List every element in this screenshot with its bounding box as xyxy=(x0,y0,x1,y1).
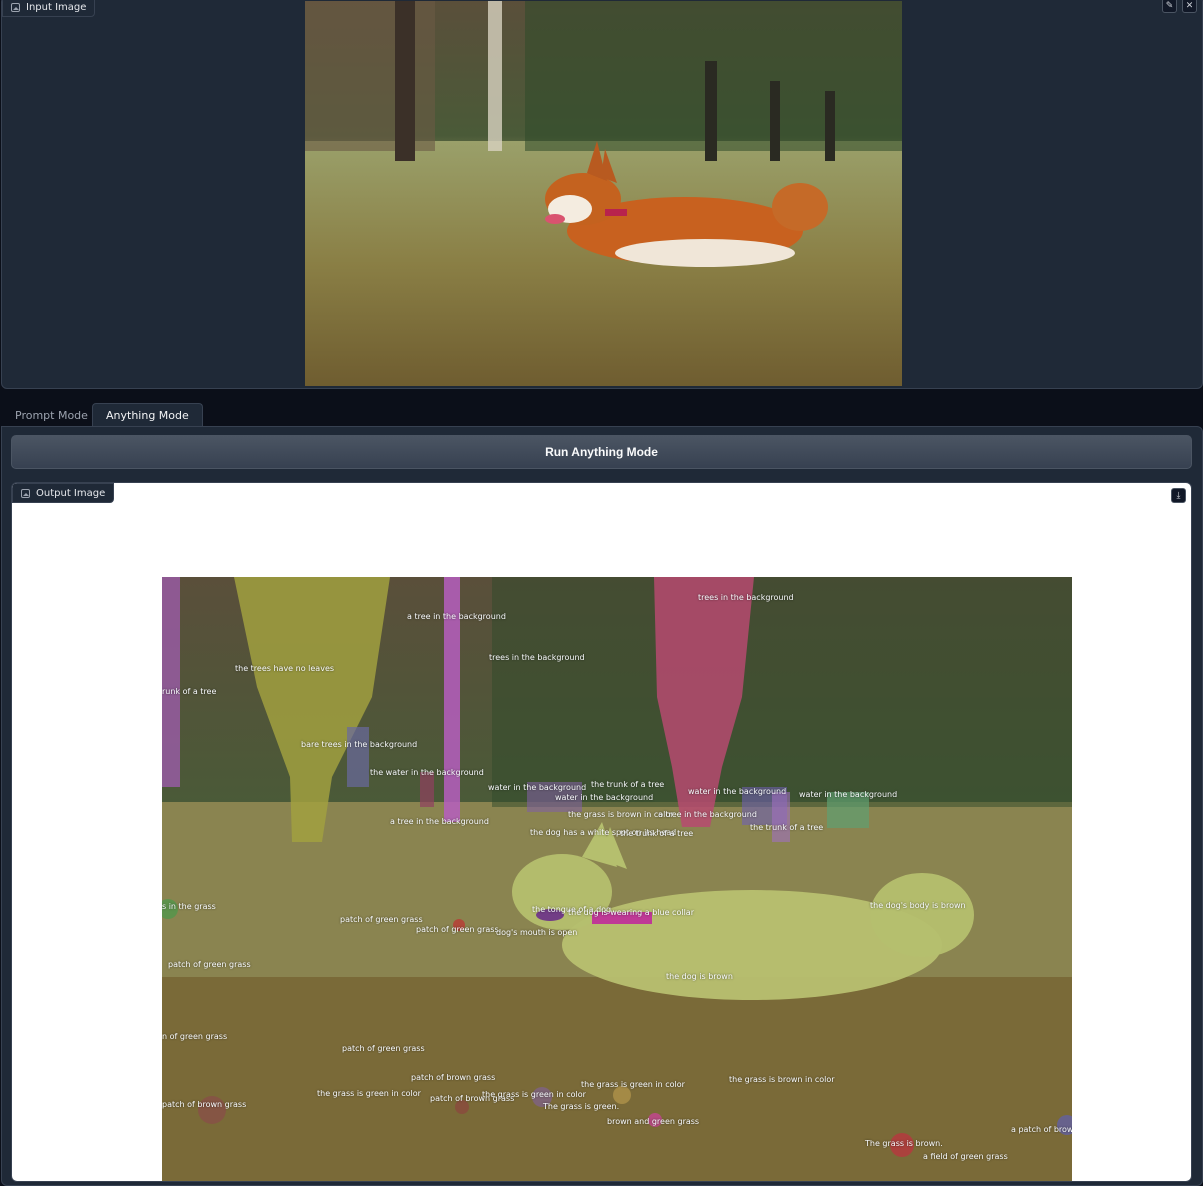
segment-label: the grass is green in color xyxy=(482,1090,586,1099)
segment-label: water in the background xyxy=(555,793,654,802)
segment-label: a tree in the background xyxy=(407,612,506,621)
segment-label: the trunk of a tree xyxy=(620,829,694,838)
segment-label: patch of brown grass xyxy=(411,1073,496,1082)
input-image-panel[interactable]: Input Image ✎ ✕ xyxy=(1,0,1203,389)
segment-label: the trunk of a tree xyxy=(591,780,665,789)
segment-label: the trees have no leaves xyxy=(235,664,335,673)
clear-button[interactable]: ✕ xyxy=(1182,0,1197,13)
input-photo-svg xyxy=(305,1,902,386)
mode-tabs: Prompt Mode Anything Mode xyxy=(0,403,1203,427)
segment-label: patch of brown grass xyxy=(162,1100,247,1109)
segment-label: a field of green grass xyxy=(923,1152,1008,1161)
input-photo xyxy=(305,1,902,386)
download-button[interactable]: ⤓ xyxy=(1171,488,1186,503)
segment-label: the water in the background xyxy=(370,768,484,777)
segment-label: the dog is wearing a blue collar xyxy=(568,908,694,917)
output-photo: trees in the background a tree in the ba… xyxy=(162,577,1072,1181)
segment-label: water in the background xyxy=(799,790,898,799)
segment-label: the dog is brown xyxy=(666,972,733,981)
segment-label: patch of green grass xyxy=(416,925,499,934)
segment-label: bare trees in the background xyxy=(301,740,418,749)
tab-anything-mode[interactable]: Anything Mode xyxy=(92,403,203,427)
segment-label: s in the grass xyxy=(162,902,216,911)
close-icon: ✕ xyxy=(1185,0,1194,11)
segment-label: the trunk of a tree xyxy=(750,823,824,832)
segment-label: a tree in the background xyxy=(390,817,489,826)
segment-label: brown and green grass xyxy=(607,1117,700,1126)
segment-label: dog's mouth is open xyxy=(496,928,578,937)
output-image-label: Output Image xyxy=(12,483,115,503)
segment-label: water in the background xyxy=(488,783,587,792)
run-anything-mode-button[interactable]: Run Anything Mode xyxy=(11,435,1192,469)
segment-label: runk of a tree xyxy=(162,687,217,696)
segment-label: patch of green grass xyxy=(340,915,423,924)
segment-label: the dog's body is brown xyxy=(870,901,966,910)
output-image-panel: Output Image ⤓ trees in the background a… xyxy=(11,482,1192,1182)
tab-prompt-mode[interactable]: Prompt Mode xyxy=(2,403,101,427)
segment-label: patch of green grass xyxy=(168,960,251,969)
segment-label: water in the background xyxy=(688,787,787,796)
segment-label: the grass is green in color xyxy=(581,1080,685,1089)
image-icon xyxy=(11,2,20,12)
segment-label: trees in the background xyxy=(698,593,794,602)
segment-label: n of green grass xyxy=(162,1032,228,1041)
segment-label: a patch of brow xyxy=(1011,1125,1072,1134)
segment-label: a tree in the background xyxy=(658,810,757,819)
segment-label: trees in the background xyxy=(489,653,585,662)
pencil-icon: ✎ xyxy=(1165,0,1174,11)
segment-label: the grass is green in color xyxy=(317,1089,421,1098)
segment-label: The grass is green. xyxy=(543,1102,620,1111)
image-icon xyxy=(21,488,30,498)
input-image-label: Input Image xyxy=(2,0,96,17)
edit-button[interactable]: ✎ xyxy=(1162,0,1177,13)
segment-label: the grass is brown in color xyxy=(729,1075,835,1084)
segment-label: The grass is brown. xyxy=(865,1139,943,1148)
segment-label: patch of green grass xyxy=(342,1044,425,1053)
download-icon: ⤓ xyxy=(1176,490,1181,501)
